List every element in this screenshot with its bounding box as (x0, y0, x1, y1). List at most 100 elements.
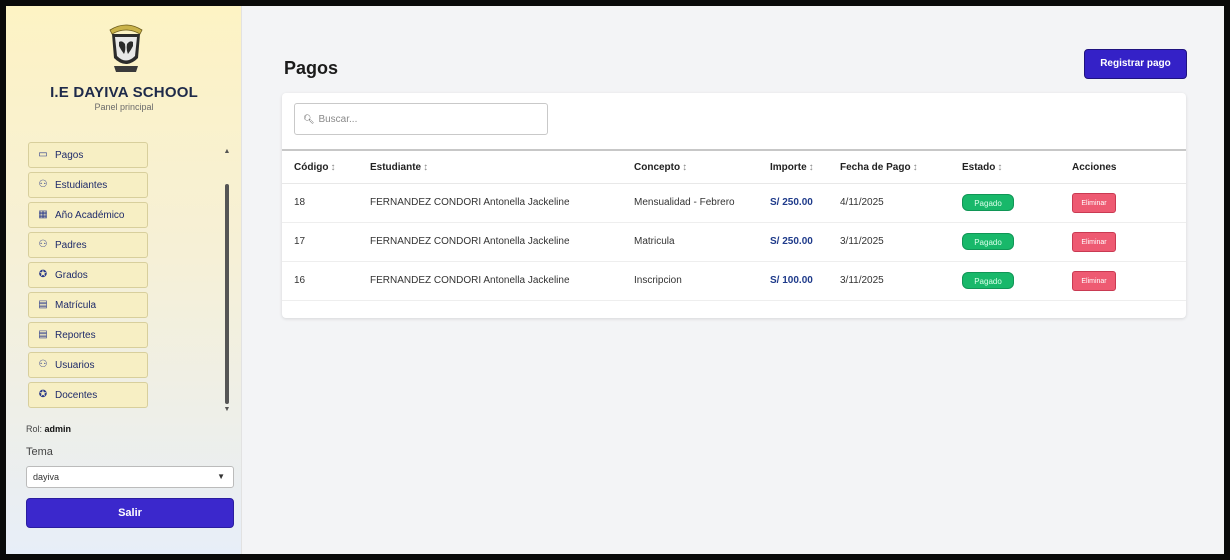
sidebar-item-label: Padres (55, 239, 87, 251)
status-badge: Pagado (962, 272, 1014, 289)
sidebar-item-label: Matrícula (55, 299, 97, 311)
cell-codigo: 18 (282, 183, 370, 223)
cell-codigo: 16 (282, 261, 370, 301)
sort-icon: ↕ (997, 162, 1003, 174)
divider (282, 149, 1186, 151)
delete-button[interactable]: Eliminar (1072, 270, 1116, 291)
calendar-icon: ▦ (38, 209, 48, 220)
column-header-label: Importe (770, 162, 807, 174)
document-icon: ▤ (38, 299, 48, 310)
cell-fecha: 4/11/2025 (840, 183, 962, 223)
sidebar-item-matricula[interactable]: ▤ Matrícula (28, 292, 148, 318)
delete-button[interactable]: Eliminar (1072, 192, 1116, 213)
sort-icon: ↕ (808, 162, 814, 174)
sort-icon: ↕ (330, 162, 336, 174)
sidebar-item-label: Estudiantes (55, 179, 108, 191)
cell-estudiante: FERNANDEZ CONDORI Antonella Jackeline (370, 183, 634, 223)
logout-button[interactable]: Salir (26, 498, 234, 528)
column-header-label: Estado (962, 162, 996, 174)
column-header-concepto[interactable]: Concepto ↕ (634, 153, 770, 184)
cell-concepto: Mensualidad - Febrero (634, 183, 770, 223)
cell-estado: Pagado (962, 183, 1072, 223)
sort-icon: ↕ (912, 162, 918, 174)
sidebar: I.E DAYIVA SCHOOL Panel principal ▭ Pago… (6, 6, 242, 554)
cell-estudiante: FERNANDEZ CONDORI Antonella Jackeline (370, 222, 634, 262)
page-title: Pagos (284, 58, 339, 78)
card-icon: ▭ (38, 149, 48, 160)
sidebar-subtitle: Panel principal (94, 102, 154, 112)
column-header-label: Estudiante (370, 162, 422, 174)
column-header-label: Fecha de Pago (840, 162, 911, 174)
sidebar-item-ano-academico[interactable]: ▦ Año Académico (28, 202, 148, 228)
sidebar-item-grados[interactable]: ✪ Grados (28, 262, 148, 288)
sidebar-item-label: Reportes (55, 329, 96, 341)
cell-acciones: Eliminar (1072, 261, 1186, 301)
cell-importe: S/ 250.00 (770, 183, 840, 223)
sidebar-item-label: Pagos (55, 149, 84, 161)
document-icon: ▤ (38, 329, 48, 340)
search-box[interactable]: 🔍︎ (294, 103, 548, 135)
cell-estado: Pagado (962, 261, 1072, 301)
sidebar-item-reportes[interactable]: ▤ Reportes (28, 322, 148, 348)
scroll-thumb[interactable] (225, 184, 229, 404)
column-header-fecha[interactable]: Fecha de Pago ↕ (840, 153, 962, 184)
theme-select[interactable]: dayiva ▼ (26, 466, 234, 488)
users-icon: ⚇ (38, 239, 48, 250)
cell-concepto: Matricula (634, 222, 770, 262)
search-input[interactable] (318, 113, 539, 125)
sidebar-item-padres[interactable]: ⚇ Padres (28, 232, 148, 258)
school-name: I.E DAYIVA SCHOOL (50, 84, 198, 101)
sidebar-item-pagos[interactable]: ▭ Pagos (28, 142, 148, 168)
column-header-estado[interactable]: Estado ↕ (962, 153, 1072, 184)
school-crest-logo (109, 24, 143, 72)
column-header-label: Concepto (634, 162, 681, 174)
sidebar-item-label: Docentes (55, 389, 98, 401)
column-header-label: Código (294, 162, 329, 174)
user-role-value: admin (44, 424, 72, 434)
table-row: 16 FERNANDEZ CONDORI Antonella Jackeline… (282, 261, 1186, 301)
app-window: I.E DAYIVA SCHOOL Panel principal ▭ Pago… (0, 0, 1230, 560)
register-payment-button[interactable]: Registrar pago (1084, 49, 1187, 79)
graduation-icon: ✪ (38, 269, 48, 280)
users-icon: ⚇ (38, 179, 48, 190)
payments-card: 🔍︎ Código↕ Estudiante↕ Concepto↕ Importe… (282, 93, 1186, 318)
cell-codigo: 17 (282, 222, 370, 262)
sidebar-item-label: Grados (55, 269, 88, 281)
column-header-importe[interactable]: Importe ↕ (770, 153, 840, 184)
table-row: 17 FERNANDEZ CONDORI Antonella Jackeline… (282, 222, 1186, 262)
cell-importe: S/ 100.00 (770, 261, 840, 301)
theme-label: Tema (26, 446, 53, 458)
cell-importe: S/ 250.00 (770, 222, 840, 262)
user-role: Rol: admin (26, 424, 71, 434)
delete-button[interactable]: Eliminar (1072, 231, 1116, 252)
cell-fecha: 3/11/2025 (840, 222, 962, 262)
status-badge: Pagado (962, 233, 1014, 250)
column-header-codigo[interactable]: Código ↕ (282, 153, 370, 184)
user-role-prefix: Rol: (26, 424, 43, 434)
scroll-down-arrow-icon[interactable]: ▼ (222, 406, 232, 413)
sidebar-item-usuarios[interactable]: ⚇ Usuarios (28, 352, 148, 378)
chevron-down-icon: ▼ (217, 472, 225, 481)
sidebar-item-label: Año Académico (55, 209, 125, 221)
table-row: 18 FERNANDEZ CONDORI Antonella Jackeline… (282, 183, 1186, 223)
sidebar-scrollbar[interactable]: ▲ ▼ (222, 148, 232, 416)
cell-estudiante: FERNANDEZ CONDORI Antonella Jackeline (370, 261, 634, 301)
cell-concepto: Inscripcion (634, 261, 770, 301)
sidebar-menu: ▭ Pagos ⚇ Estudiantes ▦ Año Académico ⚇ … (28, 142, 148, 412)
column-header-estudiante[interactable]: Estudiante ↕ (370, 153, 634, 184)
status-badge: Pagado (962, 194, 1014, 211)
users-icon: ⚇ (38, 359, 48, 370)
sort-icon: ↕ (682, 162, 688, 174)
sidebar-item-docentes[interactable]: ✪ Docentes (28, 382, 148, 408)
sort-icon: ↕ (423, 162, 429, 174)
scroll-up-arrow-icon[interactable]: ▲ (222, 148, 232, 155)
payments-table: Código ↕ Estudiante ↕ Concepto ↕ Importe ↕ F… (282, 153, 1186, 301)
table-header-row: Código ↕ Estudiante ↕ Concepto ↕ Importe ↕ F… (282, 153, 1186, 184)
cell-acciones: Eliminar (1072, 183, 1186, 223)
sidebar-item-estudiantes[interactable]: ⚇ Estudiantes (28, 172, 148, 198)
search-icon: 🔍︎ (303, 113, 315, 124)
cell-estado: Pagado (962, 222, 1072, 262)
graduation-icon: ✪ (38, 389, 48, 400)
theme-select-value: dayiva (33, 472, 60, 482)
column-header-acciones: Acciones (1072, 153, 1186, 184)
